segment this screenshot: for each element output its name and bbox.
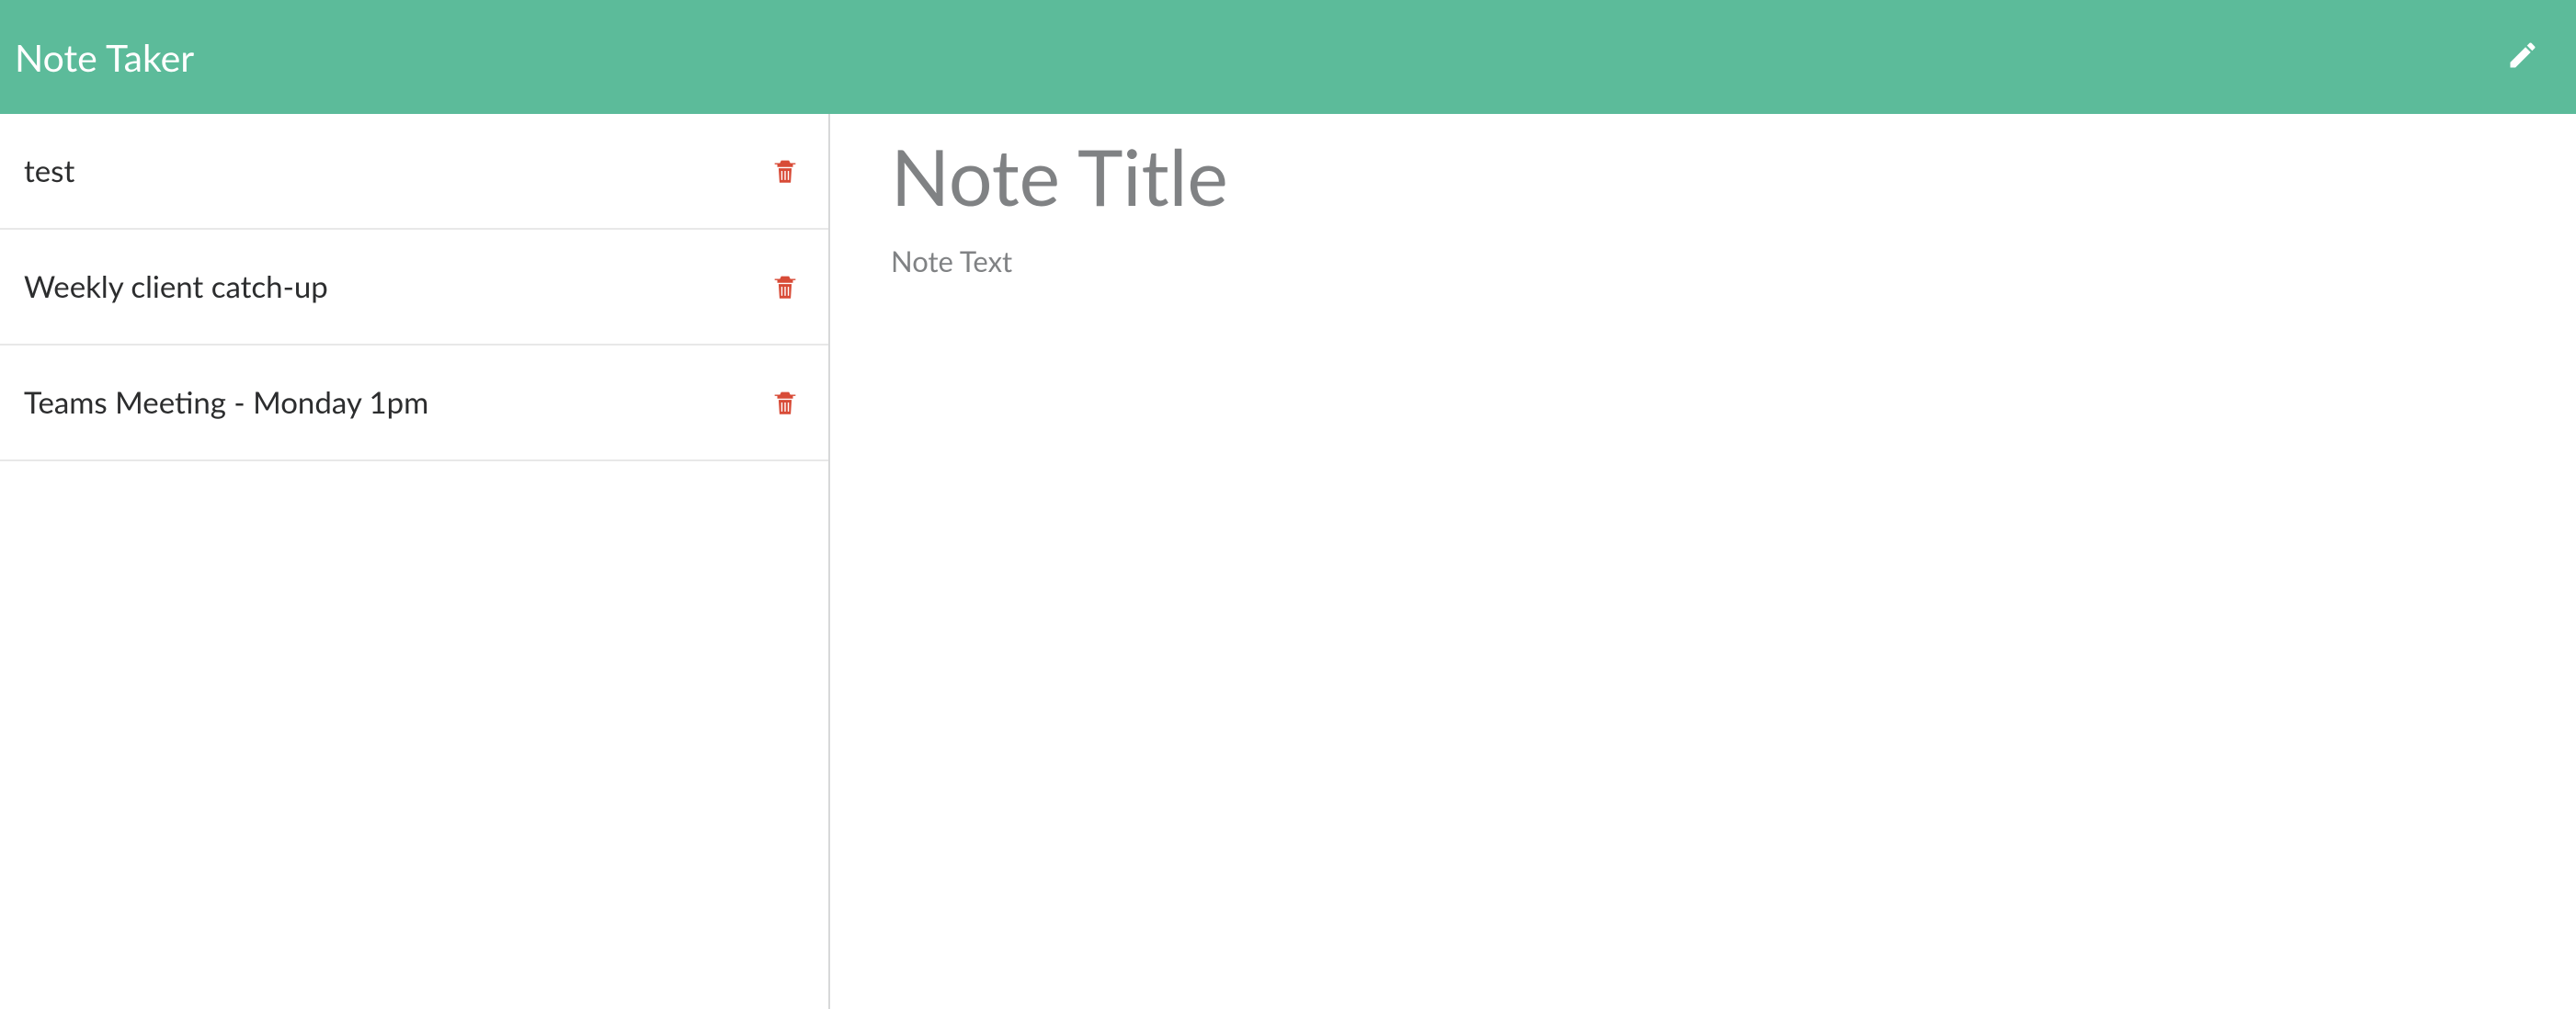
note-text-input[interactable]	[891, 244, 2515, 887]
app-title: Note Taker	[15, 35, 194, 80]
trash-icon[interactable]	[769, 155, 801, 187]
app-content: test Weekly client catch-up Teams Meetin…	[0, 114, 2576, 1009]
note-title-input[interactable]	[891, 130, 2515, 223]
pencil-icon[interactable]	[2506, 39, 2561, 75]
note-list-item[interactable]: Weekly client catch-up	[0, 230, 828, 346]
trash-icon[interactable]	[769, 271, 801, 302]
note-list-item[interactable]: Teams Meeting - Monday 1pm	[0, 346, 828, 461]
trash-icon[interactable]	[769, 387, 801, 418]
note-item-title: test	[24, 153, 74, 189]
note-editor	[830, 114, 2576, 1009]
notes-sidebar: test Weekly client catch-up Teams Meetin…	[0, 114, 830, 1009]
note-item-title: Weekly client catch-up	[24, 268, 328, 305]
app-header: Note Taker	[0, 0, 2576, 114]
note-item-title: Teams Meeting - Monday 1pm	[24, 384, 428, 421]
note-list-item[interactable]: test	[0, 114, 828, 230]
